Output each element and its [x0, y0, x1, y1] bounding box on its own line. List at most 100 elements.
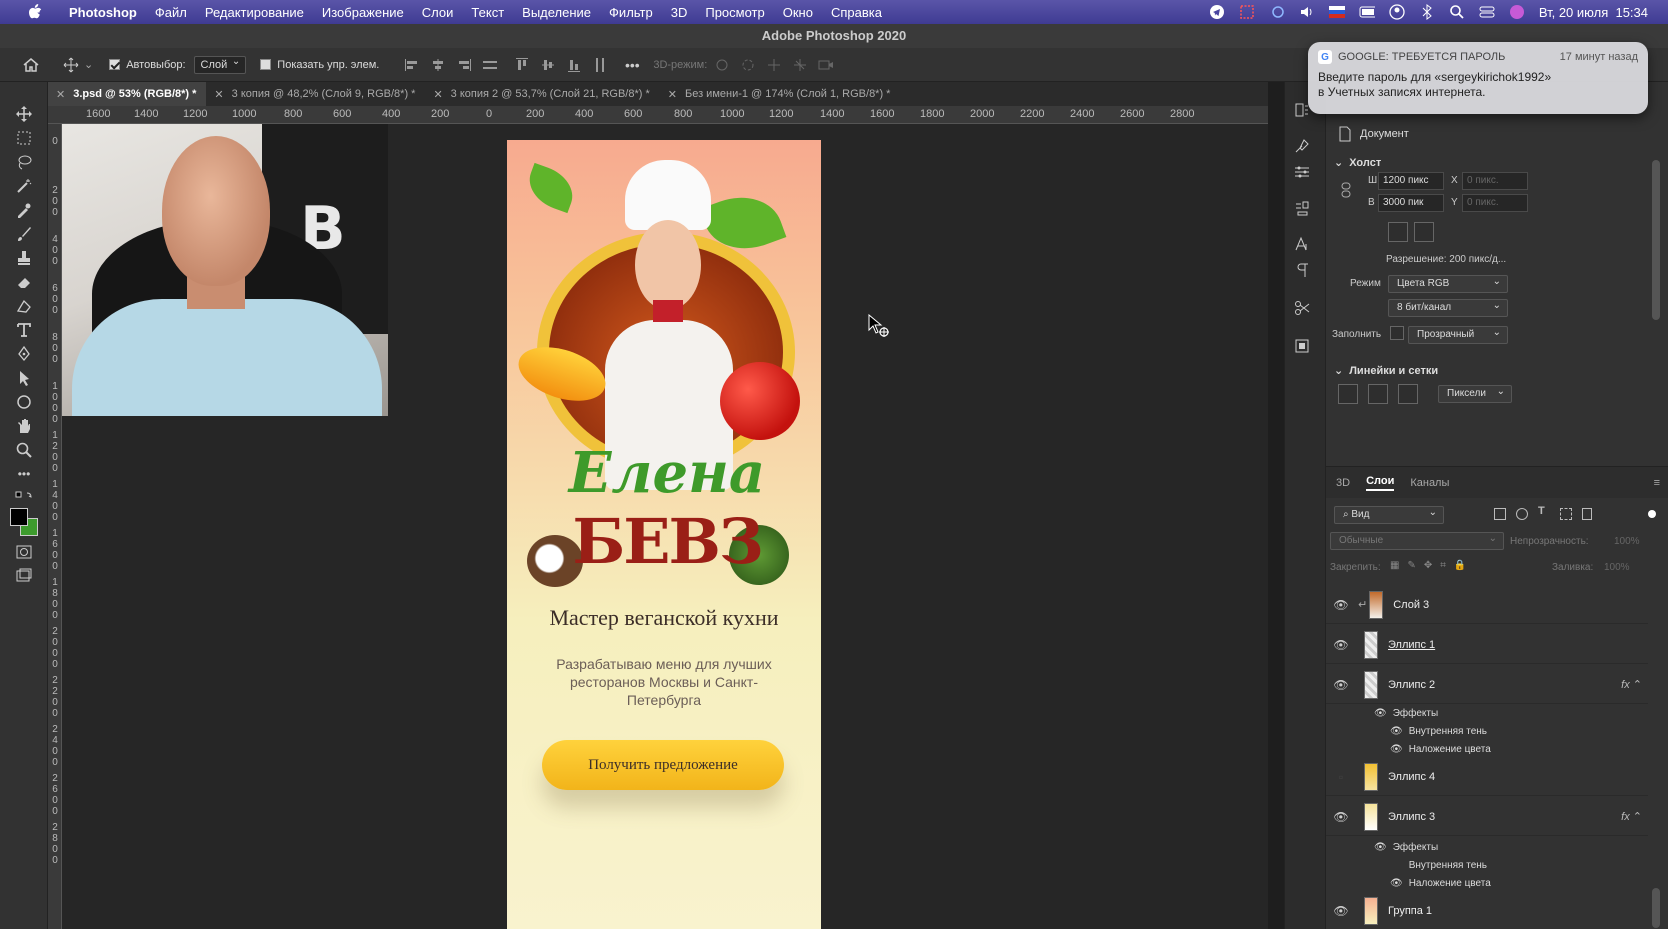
width-field[interactable]: 1200 пикс: [1378, 172, 1444, 190]
show-transform-checkbox[interactable]: [260, 59, 272, 70]
eye-icon[interactable]: 👁: [1330, 678, 1352, 692]
input-language-flag-icon[interactable]: [1328, 4, 1345, 20]
close-icon[interactable]: ✕: [214, 88, 223, 101]
opacity-value[interactable]: 100%: [1614, 536, 1640, 547]
layer-filter-dropdown[interactable]: ⌕ Вид: [1334, 505, 1444, 524]
ellipse-tool-icon[interactable]: [14, 392, 34, 412]
portrait-orientation-button[interactable]: [1388, 222, 1408, 242]
move-tool-icon[interactable]: [60, 56, 82, 74]
telegram-icon[interactable]: [1209, 4, 1225, 20]
menu-type[interactable]: Текст: [462, 5, 513, 20]
3d-roll-icon[interactable]: [737, 56, 759, 74]
distribute-horizontal-icon[interactable]: [479, 56, 501, 74]
tab-document-1[interactable]: ✕ 3.psd @ 53% (RGB/8*) *: [48, 82, 207, 106]
effect-inner-shadow[interactable]: 👁Внутренняя тень: [1326, 856, 1648, 874]
libraries-icon[interactable]: [1292, 336, 1312, 356]
eye-icon[interactable]: 👁: [1330, 598, 1352, 612]
control-center-icon[interactable]: [1479, 4, 1495, 20]
x-field[interactable]: 0 пикс.: [1462, 172, 1528, 190]
layers-scrollbar[interactable]: [1652, 888, 1660, 928]
menu-app-photoshop[interactable]: Photoshop: [60, 5, 146, 20]
menu-view[interactable]: Просмотр: [696, 5, 773, 20]
units-dropdown[interactable]: Пиксели: [1438, 384, 1512, 403]
menu-window[interactable]: Окно: [774, 5, 822, 20]
effects-row[interactable]: 👁 Эффекты: [1326, 838, 1648, 856]
lasso-tool-icon[interactable]: [14, 152, 34, 172]
layer-row-ellipse-4[interactable]: ▫ Эллипс 4: [1326, 758, 1648, 796]
fill-color-swatch[interactable]: [1390, 326, 1404, 340]
cloud-icon[interactable]: [1269, 4, 1285, 20]
brush-settings-icon[interactable]: [1292, 136, 1312, 156]
tab-channels[interactable]: Каналы: [1410, 477, 1449, 489]
bit-depth-dropdown[interactable]: 8 бит/канал: [1388, 298, 1508, 317]
filter-shape-icon[interactable]: [1560, 508, 1572, 520]
home-icon[interactable]: [20, 56, 42, 74]
eye-icon[interactable]: 👁: [1390, 726, 1403, 737]
poster-artboard[interactable]: Елена БЕВЗ Мастер веганской кухни Разраб…: [507, 140, 821, 929]
screen-record-icon[interactable]: [1239, 4, 1255, 20]
properties-scrollbar[interactable]: [1652, 160, 1660, 320]
path-selection-tool-icon[interactable]: [14, 368, 34, 388]
3d-pan-icon[interactable]: [763, 56, 785, 74]
screen-mode-icon[interactable]: [14, 566, 34, 586]
brush-tool-icon[interactable]: [14, 224, 34, 244]
ruler-horizontal[interactable]: 1600 1400 1200 1000 800 600 400 200 0 20…: [48, 106, 1268, 124]
rulers-toggle-icon[interactable]: [1338, 384, 1358, 404]
y-field[interactable]: 0 пикс.: [1462, 194, 1528, 212]
zoom-tool-icon[interactable]: [14, 440, 34, 460]
distribute-vertical-icon[interactable]: [589, 56, 611, 74]
eye-icon[interactable]: 👁: [1374, 842, 1387, 853]
siri-icon[interactable]: [1509, 4, 1525, 20]
quick-mask-icon[interactable]: [14, 542, 34, 562]
user-icon[interactable]: [1389, 4, 1405, 20]
eye-icon[interactable]: 👁: [1390, 878, 1403, 889]
tool-presets-icon[interactable]: [1292, 298, 1312, 318]
menu-select[interactable]: Выделение: [513, 5, 600, 20]
canvas-area[interactable]: B Елена БЕВЗ Мастер веганской кухни Разр…: [62, 124, 1268, 929]
stamp-tool-icon[interactable]: [14, 248, 34, 268]
filter-toggle-icon[interactable]: [1648, 510, 1656, 518]
fx-icon[interactable]: fx ⌃: [1621, 678, 1642, 691]
guides-toggle-icon[interactable]: [1398, 384, 1418, 404]
layer-row-ellipse-2[interactable]: 👁 Эллипс 2 fx ⌃: [1326, 666, 1648, 704]
align-middle-icon[interactable]: [537, 56, 559, 74]
tab-document-2[interactable]: ✕ 3 копия @ 48,2% (Слой 9, RGB/8*) *: [206, 82, 425, 106]
tab-3d[interactable]: 3D: [1336, 477, 1350, 489]
eyedropper-tool-icon[interactable]: [14, 200, 34, 220]
effect-inner-shadow[interactable]: 👁Внутренняя тень: [1326, 722, 1648, 740]
layer-row-ellipse-1[interactable]: 👁 Эллипс 1: [1326, 626, 1648, 664]
marquee-tool-icon[interactable]: [14, 128, 34, 148]
menu-3d[interactable]: 3D: [662, 5, 697, 20]
volume-icon[interactable]: [1299, 4, 1315, 20]
battery-icon[interactable]: [1359, 4, 1375, 20]
clone-source-icon[interactable]: [1292, 198, 1312, 218]
3d-slide-icon[interactable]: [789, 56, 811, 74]
eye-icon[interactable]: 👁: [1330, 810, 1352, 824]
grid-toggle-icon[interactable]: [1368, 384, 1388, 404]
apple-icon[interactable]: [24, 4, 46, 20]
color-mode-dropdown[interactable]: Цвета RGB: [1388, 274, 1508, 293]
panel-menu-icon[interactable]: ≡: [1654, 477, 1660, 489]
effect-color-overlay[interactable]: 👁 Наложение цвета: [1326, 740, 1648, 758]
landscape-orientation-button[interactable]: [1414, 222, 1434, 242]
eye-icon[interactable]: 👁: [1330, 904, 1352, 918]
tab-document-4[interactable]: ✕ Без имени-1 @ 174% (Слой 1, RGB/8*) *: [660, 82, 901, 106]
align-right-icon[interactable]: [453, 56, 475, 74]
eraser-tool-icon[interactable]: [14, 272, 34, 292]
menubar-datetime[interactable]: Вт, 20 июля 15:34: [1539, 5, 1648, 20]
eye-icon[interactable]: 👁: [1390, 744, 1403, 755]
fill-dropdown[interactable]: Прозрачный: [1408, 325, 1508, 344]
align-top-icon[interactable]: [511, 56, 533, 74]
tab-layers[interactable]: Слои: [1366, 475, 1395, 491]
autoselect-dropdown[interactable]: Слой: [193, 55, 247, 74]
filter-pixel-icon[interactable]: [1494, 508, 1506, 520]
blend-mode-dropdown[interactable]: Обычные: [1330, 531, 1504, 550]
adjustments-panel-icon[interactable]: [1292, 162, 1312, 182]
effect-color-overlay[interactable]: 👁 Наложение цвета: [1326, 874, 1648, 892]
bluetooth-off-icon[interactable]: [1419, 4, 1435, 20]
menu-edit[interactable]: Редактирование: [196, 5, 313, 20]
chevron-down-icon[interactable]: ⌄: [84, 58, 93, 71]
eye-icon[interactable]: 👁: [1374, 708, 1387, 719]
menu-file[interactable]: Файл: [146, 5, 196, 20]
paragraph-panel-icon[interactable]: [1292, 260, 1312, 280]
